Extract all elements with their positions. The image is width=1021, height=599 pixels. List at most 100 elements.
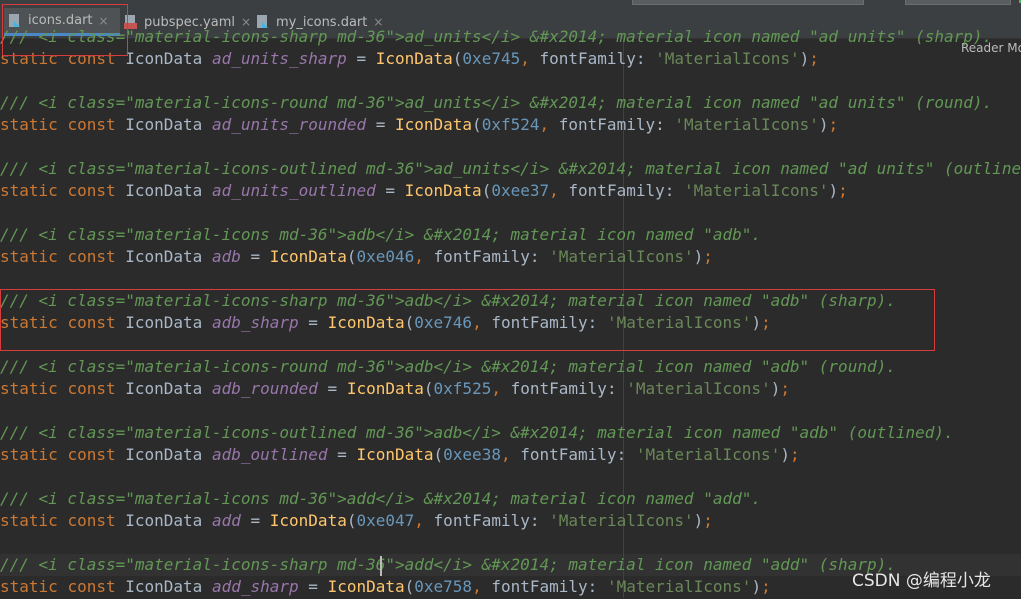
semicolon: ; [828,115,839,134]
string-literal: 'MaterialIcons' [655,49,800,68]
field-name: ad_units_sharp [211,49,347,68]
top-toolbar-fragment[interactable] [632,0,864,5]
string-literal: 'MaterialIcons' [674,115,819,134]
named-arg: fontFamily [558,115,656,134]
codepoint-literal: 0xe746 [414,313,473,332]
type-name: IconData [125,511,203,530]
comma: , [539,115,550,134]
keyword-const: const [67,247,116,266]
close-icon[interactable]: × [99,14,109,28]
type-name: IconData [125,181,203,200]
type-name: IconData [125,115,203,134]
constructor-call: IconData [375,49,453,68]
string-literal: 'MaterialIcons' [635,445,781,464]
declaration-line[interactable]: static const IconData ad_units_rounded =… [0,115,838,137]
string-literal: 'MaterialIcons' [606,313,752,332]
named-arg: fontFamily [491,313,588,332]
codepoint-literal: 0xf524 [481,115,540,134]
doc-comment-line[interactable]: /// <i class="material-icons md-36">adb<… [0,225,761,247]
named-arg: fontFamily [539,49,636,68]
doc-comment-line[interactable]: /// <i class="material-icons-outlined md… [0,159,1021,181]
paren: ( [481,181,492,200]
comma: , [500,445,511,464]
comma: , [472,577,482,596]
field-name: adb_sharp [211,313,299,332]
assign-op: = [240,511,270,530]
comma: , [520,49,530,68]
string-literal: 'MaterialIcons' [626,379,771,398]
paren: ( [404,313,415,332]
colon: : [587,313,607,332]
declaration-line[interactable]: static const IconData add = IconData(0xe… [0,511,713,533]
constructor-call: IconData [327,313,405,332]
doc-comment: /// <i class="material-icons md-36">adb<… [0,225,761,244]
declaration-line[interactable]: static const IconData ad_units_outlined … [0,181,848,203]
doc-comment-line[interactable]: /// <i class="material-icons-sharp md-36… [0,27,992,49]
doc-comment-line[interactable]: /// <i class="material-icons-sharp md-36… [0,555,896,577]
doc-comment-line[interactable]: /// <i class="material-icons-round md-36… [0,93,992,115]
field-name: add [211,511,241,530]
declaration-line[interactable]: static const IconData adb_outlined = Ico… [0,445,800,467]
paren: ) [693,247,704,266]
semicolon: ; [838,181,848,200]
assign-op: = [240,247,270,266]
assign-op: = [298,313,328,332]
declaration-line[interactable]: static const IconData ad_units_sharp = I… [0,49,819,71]
semicolon: ; [703,247,713,266]
colon: : [529,511,550,530]
paren: ) [799,49,810,68]
keyword-const: const [67,379,116,398]
colon: : [529,247,550,266]
codepoint-literal: 0xe758 [414,577,473,596]
codepoint-literal: 0xee38 [443,445,501,464]
colon: : [664,181,684,200]
paren: ) [780,445,790,464]
colon: : [655,115,675,134]
codepoint-literal: 0xe047 [356,511,415,530]
comma: , [414,511,424,530]
keyword-const: const [67,115,116,134]
doc-comment-line[interactable]: /// <i class="material-icons md-36">add<… [0,489,761,511]
keyword-static: static [0,247,58,266]
codepoint-literal: 0xee37 [491,181,550,200]
keyword-const: const [67,49,116,68]
comma: , [549,181,559,200]
doc-comment-line[interactable]: /// <i class="material-icons-round md-36… [0,357,896,379]
constructor-call: IconData [356,445,434,464]
doc-comment-line[interactable]: /// <i class="material-icons-sharp md-36… [0,291,896,313]
assign-op: = [366,115,395,134]
watermark: CSDN @编程小龙 [852,571,991,591]
doc-comment-line[interactable]: /// <i class="material-icons-outlined md… [0,423,954,445]
declaration-line[interactable]: static const IconData adb_rounded = Icon… [0,379,790,401]
keyword-static: static [0,115,58,134]
declaration-line[interactable]: static const IconData add_sharp = IconDa… [0,577,771,599]
colon: : [587,577,607,596]
keyword-static: static [0,445,58,464]
semicolon: ; [703,511,713,530]
declaration-line[interactable]: static const IconData adb = IconData(0xe… [0,247,713,269]
top-run-config-fragment[interactable] [905,0,1021,5]
keyword-static: static [0,577,58,596]
doc-comment: /// <i class="material-icons-sharp md-36… [0,27,993,46]
declaration-line[interactable]: static const IconData adb_sharp = IconDa… [0,313,771,335]
doc-comment: /// <i class="material-icons-sharp md-36… [0,555,896,574]
colon: : [635,49,656,68]
type-name: IconData [125,379,203,398]
codepoint-literal: 0xf525 [433,379,492,398]
